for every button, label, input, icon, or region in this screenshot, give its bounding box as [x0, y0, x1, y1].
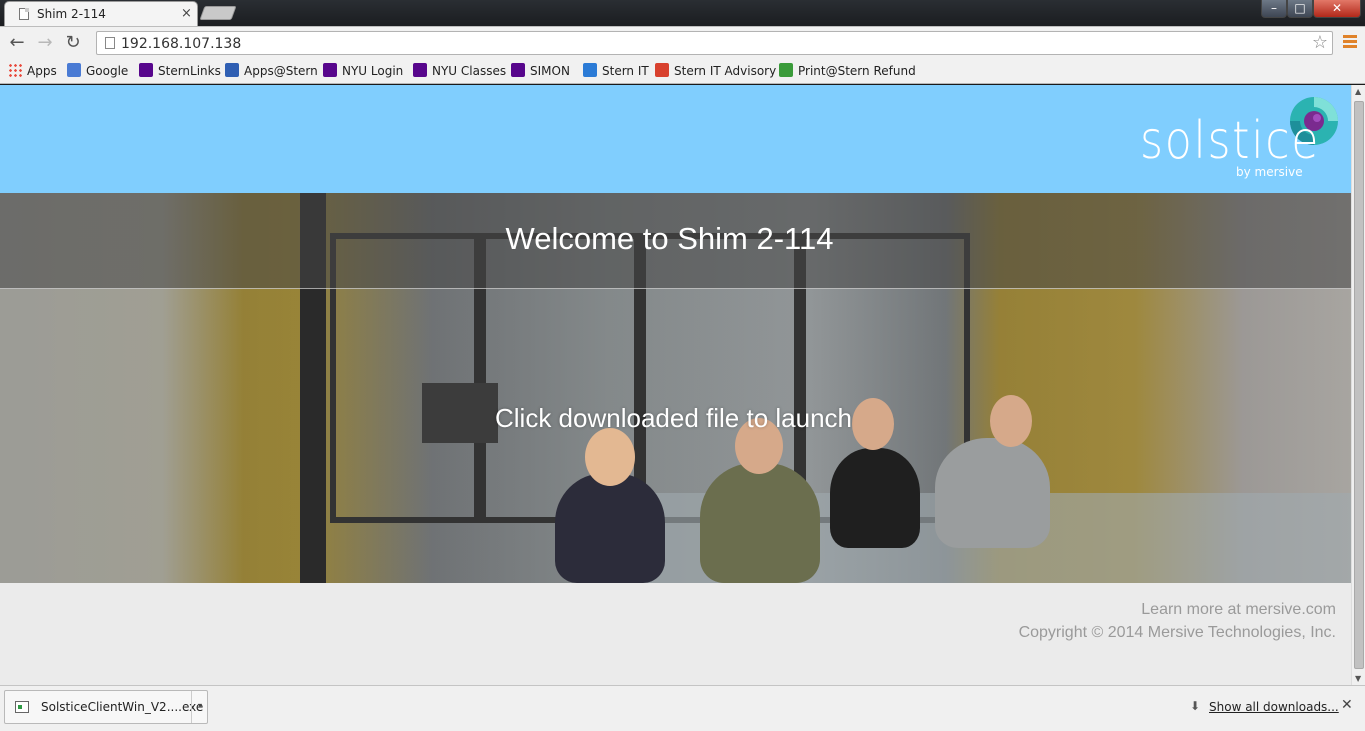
hero-image: Welcome to Shim 2-114 Click downloaded f…	[0, 193, 1351, 583]
apps-stern-icon	[225, 63, 239, 77]
tab-close-icon[interactable]: ×	[181, 6, 192, 21]
bookmarks-bar: Apps Google SternLinks Apps@Stern NYU Login N…	[0, 58, 1365, 84]
bookmark-label: Google	[86, 64, 129, 78]
close-window-button[interactable]: ✕	[1313, 0, 1361, 18]
logo-text: solstice	[1140, 111, 1321, 171]
scroll-up-icon[interactable]: ▲	[1355, 87, 1361, 96]
executable-file-icon	[15, 701, 29, 713]
bookmark-label: Stern IT Advisory	[674, 64, 777, 78]
page-header: solstice by mersive	[0, 85, 1351, 193]
address-bar[interactable]: 192.168.107.138 ☆	[96, 31, 1333, 55]
bookmark-star-icon[interactable]: ☆	[1312, 32, 1328, 53]
maximize-button[interactable]: □	[1287, 0, 1313, 18]
google-icon	[67, 63, 81, 77]
bookmark-label: SternLinks	[158, 64, 221, 78]
bookmark-label: Stern IT	[602, 64, 649, 78]
url-text[interactable]: 192.168.107.138	[121, 36, 241, 52]
bookmark-apps[interactable]: Apps	[8, 63, 57, 79]
scroll-down-icon[interactable]: ▼	[1355, 674, 1361, 683]
scroll-thumb[interactable]	[1354, 101, 1364, 669]
page-footer: Learn more at mersive.com Copyright © 20…	[0, 583, 1351, 685]
bookmark-sternlinks[interactable]: SternLinks	[139, 63, 221, 79]
nyu-torch-icon	[511, 63, 525, 77]
bookmark-stern-it-advisory[interactable]: Stern IT Advisory	[655, 63, 776, 79]
bookmark-nyu-classes[interactable]: NYU Classes	[413, 63, 506, 79]
person	[555, 473, 665, 583]
browser-window: Shim 2-114 × – □ ✕ ← → ↻ 192.168.107.138…	[0, 0, 1365, 731]
bookmark-label: Apps	[27, 64, 57, 78]
web-page: solstice by mersive Welcome to Shim 2-11…	[0, 85, 1351, 685]
show-all-downloads-link[interactable]: Show all downloads...	[1209, 700, 1339, 714]
logo-subtext: by mersive	[1236, 165, 1303, 179]
bookmark-print-stern-refund[interactable]: Print@Stern Refund	[779, 63, 916, 79]
download-shelf: SolsticeClientWin_V2....exe ▾ ⬇ Show all…	[0, 685, 1365, 731]
bookmark-stern-it[interactable]: Stern IT	[583, 63, 649, 79]
bookmark-label: Print@Stern Refund	[798, 64, 916, 78]
page-icon	[19, 8, 29, 20]
download-menu-icon[interactable]: ▾	[191, 691, 208, 723]
close-shelf-icon[interactable]: ✕	[1341, 697, 1353, 713]
person	[700, 463, 820, 583]
bookmark-simon[interactable]: SIMON	[511, 63, 570, 79]
tab-strip: Shim 2-114 × – □ ✕	[0, 0, 1365, 27]
download-filename[interactable]: SolsticeClientWin_V2....exe	[41, 700, 203, 714]
bookmark-label: NYU Login	[342, 64, 404, 78]
tab-shim-2-114[interactable]: Shim 2-114 ×	[4, 1, 198, 27]
vertical-scrollbar[interactable]: ▲ ▼	[1351, 85, 1365, 685]
bookmark-apps-stern[interactable]: Apps@Stern	[225, 63, 318, 79]
bookmark-label: Apps@Stern	[244, 64, 318, 78]
solstice-logo[interactable]: solstice by mersive	[1138, 95, 1343, 185]
page-icon	[105, 37, 115, 49]
nyu-torch-icon	[413, 63, 427, 77]
head	[585, 428, 635, 486]
minimize-button[interactable]: –	[1261, 0, 1287, 18]
chrome-menu-icon[interactable]	[1343, 35, 1357, 49]
welcome-heading: Welcome to Shim 2-114	[505, 221, 834, 256]
google-plus-icon	[655, 63, 669, 77]
apps-grid-icon	[8, 63, 22, 77]
person	[935, 438, 1050, 548]
back-arrow-icon[interactable]: ←	[6, 32, 28, 54]
browser-toolbar: ← → ↻ 192.168.107.138 ☆	[0, 26, 1365, 58]
trello-icon	[583, 63, 597, 77]
bookmark-nyu-login[interactable]: NYU Login	[323, 63, 403, 79]
launch-instruction: Click downloaded file to launch	[495, 403, 852, 433]
forward-arrow-icon[interactable]: →	[34, 32, 56, 54]
bookmark-google[interactable]: Google	[67, 63, 128, 79]
person	[830, 448, 920, 548]
download-item[interactable]: SolsticeClientWin_V2....exe ▾	[4, 690, 208, 724]
bookmark-label: SIMON	[530, 64, 570, 78]
reload-icon[interactable]: ↻	[62, 32, 84, 54]
welcome-banner: Welcome to Shim 2-114	[0, 193, 1351, 289]
copyright-text: Copyright © 2014 Mersive Technologies, I…	[1018, 624, 1336, 641]
nyu-torch-icon	[323, 63, 337, 77]
nyu-torch-icon	[139, 63, 153, 77]
new-tab-button[interactable]	[199, 6, 237, 20]
learn-more-link[interactable]: Learn more at mersive.com	[1141, 601, 1336, 619]
tab-title: Shim 2-114	[37, 7, 106, 21]
download-arrow-icon: ⬇	[1190, 699, 1201, 713]
print-refund-icon	[779, 63, 793, 77]
bookmark-label: NYU Classes	[432, 64, 507, 78]
